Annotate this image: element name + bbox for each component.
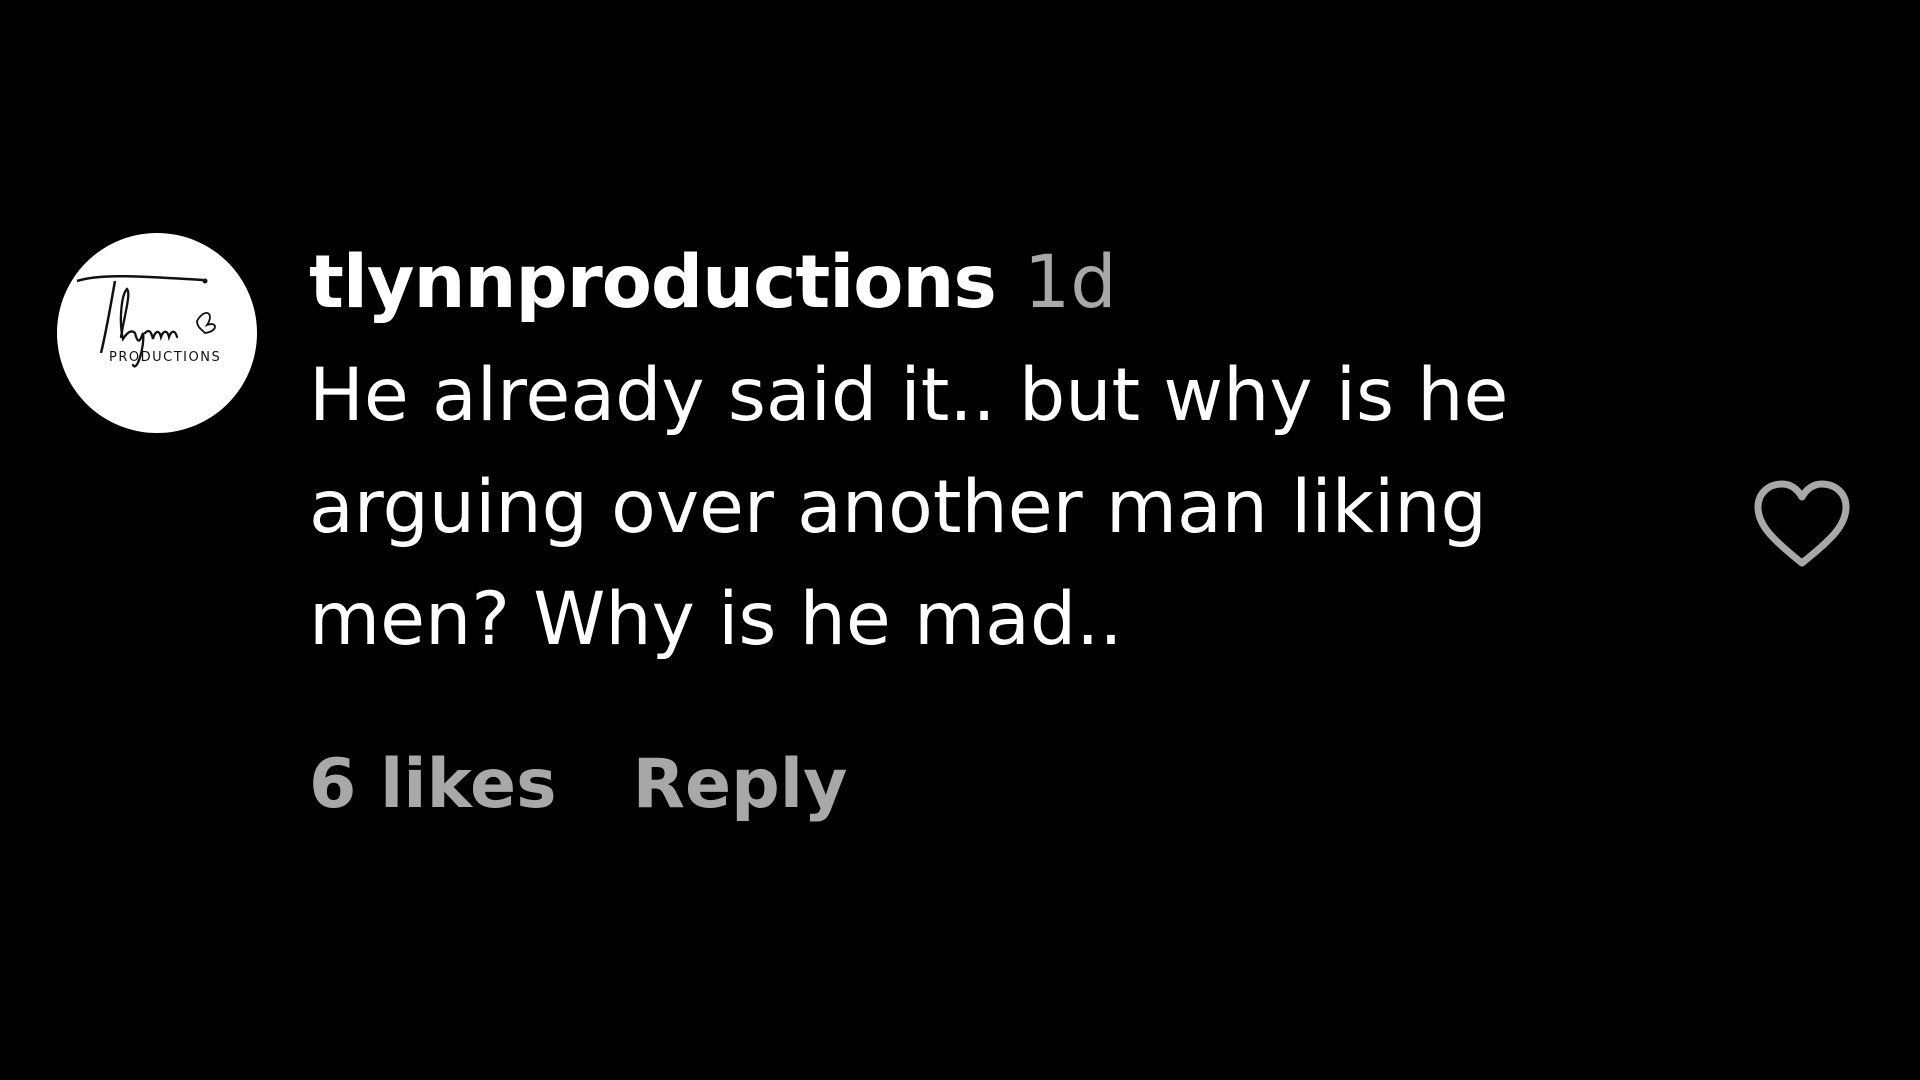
avatar[interactable]: PRODUCTIONS — [57, 233, 257, 433]
comment-item: PRODUCTIONS tlynnproductions 1d He alrea… — [0, 0, 1920, 1080]
comment-text-line: men? Why is he mad.. — [309, 577, 1123, 662]
like-button[interactable] — [1752, 479, 1852, 571]
svg-text:PRODUCTIONS: PRODUCTIONS — [109, 350, 221, 365]
comment-text-line: arguing over another man liking — [309, 465, 1487, 550]
comment-actions: 6 likes Reply — [309, 745, 847, 824]
comment-text-line: He already said it.. but why is he — [309, 353, 1509, 438]
reply-button[interactable]: Reply — [633, 745, 848, 824]
comment-body: tlynnproductions 1d He already said it..… — [309, 240, 1609, 676]
comment-text: He already said it.. but why is he argui… — [309, 340, 1609, 676]
username-link[interactable]: tlynnproductions — [309, 240, 997, 325]
comment-header: tlynnproductions 1d — [309, 240, 1609, 340]
tlynn-productions-logo: PRODUCTIONS — [76, 274, 221, 368]
heart-outline-icon — [1754, 480, 1850, 567]
timestamp: 1d — [1023, 240, 1117, 325]
likes-count[interactable]: 6 likes — [309, 745, 557, 824]
